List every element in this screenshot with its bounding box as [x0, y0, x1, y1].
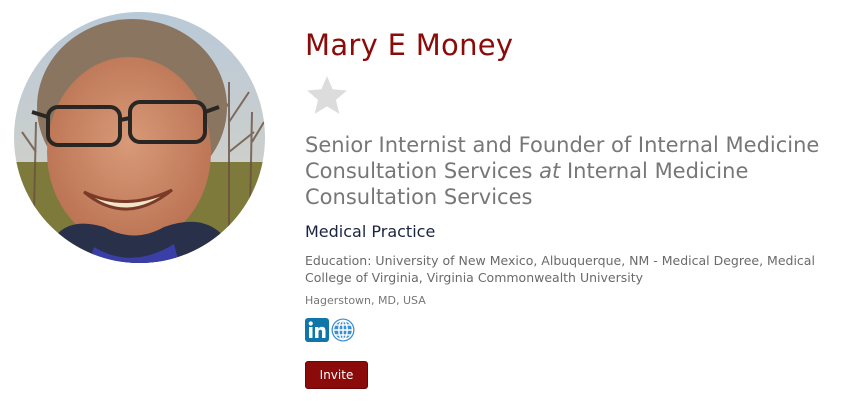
invite-button[interactable]: Invite: [305, 361, 368, 389]
profile-name: Mary E Money: [305, 28, 514, 62]
profile-location: Hagerstown, MD, USA: [305, 294, 426, 307]
star-icon[interactable]: [305, 74, 349, 118]
globe-icon[interactable]: [331, 318, 355, 342]
profile-education: Education: University of New Mexico, Alb…: [305, 253, 815, 285]
profile-photo-image: [14, 12, 265, 263]
profile-headline: Senior Internist and Founder of Internal…: [305, 132, 861, 210]
linkedin-icon[interactable]: [305, 318, 329, 342]
profile-photo: [14, 12, 265, 263]
profile-industry: Medical Practice: [305, 222, 436, 241]
headline-connector: at: [539, 159, 561, 183]
